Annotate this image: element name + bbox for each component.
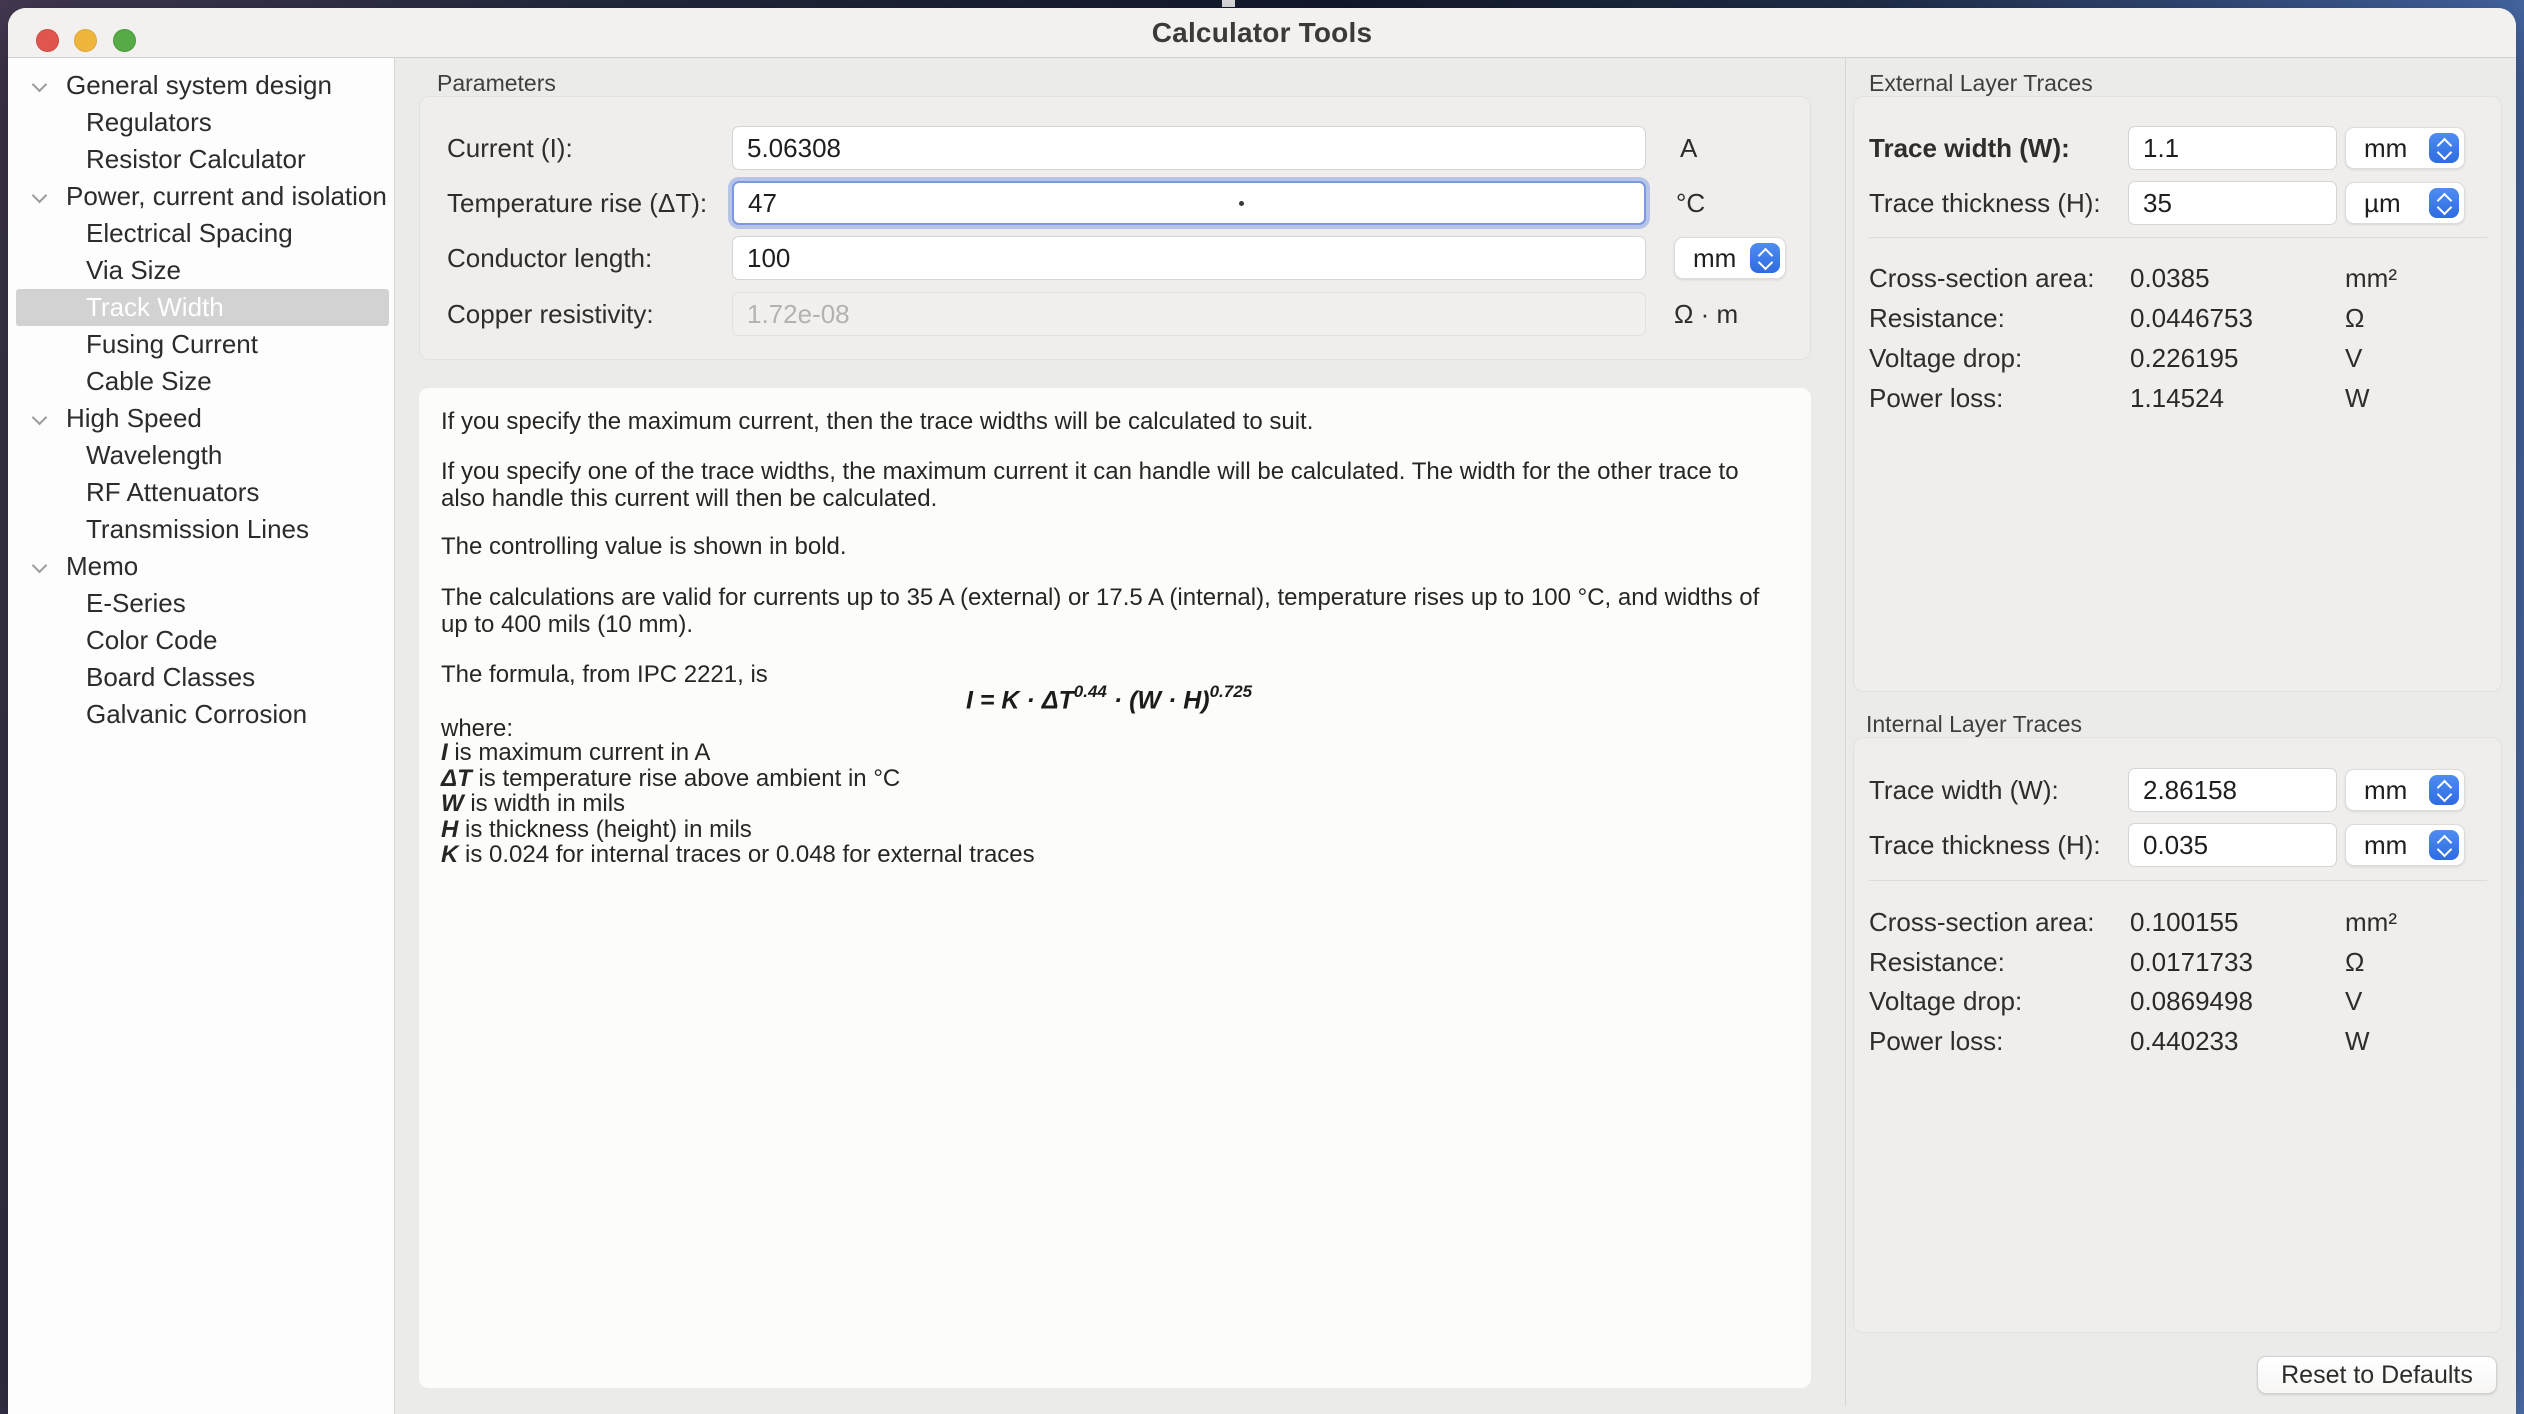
- ext-resistance-value: 0.0446753: [2130, 303, 2253, 334]
- sidebar-item-general-system-design[interactable]: General system design: [8, 67, 394, 104]
- temperature-rise-input[interactable]: [732, 181, 1646, 225]
- sidebar-item-color-code[interactable]: Color Code: [8, 622, 394, 659]
- int-trace-thickness-input[interactable]: [2128, 823, 2337, 867]
- temperature-rise-label: Temperature rise (ΔT):: [447, 188, 707, 219]
- ext-voltage-drop-value: 0.226195: [2130, 343, 2238, 374]
- ext-resistance-unit: Ω: [2345, 303, 2364, 334]
- help-paragraph: The controlling value is shown in bold.: [441, 533, 847, 560]
- minimize-window-icon[interactable]: [74, 29, 97, 52]
- ext-trace-width-unit-select[interactable]: mm: [2345, 127, 2465, 169]
- current-input[interactable]: [732, 126, 1646, 170]
- chevron-down-icon[interactable]: [32, 77, 48, 93]
- conductor-length-input[interactable]: [732, 236, 1646, 280]
- group-divider: [1869, 880, 2487, 881]
- group-divider: [1869, 237, 2487, 238]
- parameters-section-label: Parameters: [437, 70, 556, 97]
- int-power-loss-label: Power loss:: [1869, 1026, 2003, 1057]
- stepper-icon: [1750, 243, 1780, 273]
- int-power-loss-value: 0.440233: [2130, 1026, 2238, 1057]
- help-text-panel: If you specify the maximum current, then…: [419, 388, 1811, 1388]
- sidebar-item-transmission-lines[interactable]: Transmission Lines: [8, 511, 394, 548]
- int-trace-width-unit-select[interactable]: mm: [2345, 769, 2465, 811]
- internal-traces-section-label: Internal Layer Traces: [1866, 711, 2082, 738]
- stepper-icon: [2429, 830, 2459, 860]
- sidebar-item-electrical-spacing[interactable]: Electrical Spacing: [8, 215, 394, 252]
- calculator-tree-sidebar: General system design Regulators Resisto…: [8, 58, 395, 1414]
- close-window-icon[interactable]: [36, 29, 59, 52]
- sidebar-item-galvanic-corrosion[interactable]: Galvanic Corrosion: [8, 696, 394, 733]
- sidebar-item-cable-size[interactable]: Cable Size: [8, 363, 394, 400]
- ipc2221-formula: I = K · ΔT0.44 · (W · H)0.725: [966, 684, 1252, 715]
- copper-resistivity-input: [732, 292, 1646, 336]
- int-trace-thickness-label: Trace thickness (H):: [1869, 830, 2101, 861]
- stepper-icon: [2429, 133, 2459, 163]
- ext-cross-section-unit: mm²: [2345, 263, 2397, 294]
- ext-trace-thickness-input[interactable]: [2128, 181, 2337, 225]
- stepper-icon: [2429, 188, 2459, 218]
- sidebar-item-e-series[interactable]: E-Series: [8, 585, 394, 622]
- help-paragraph: If you specify one of the trace widths, …: [441, 458, 1761, 512]
- ext-trace-width-input[interactable]: [2128, 126, 2337, 170]
- sidebar-item-regulators[interactable]: Regulators: [8, 104, 394, 141]
- help-paragraph: The formula, from IPC 2221, is: [441, 661, 768, 688]
- ext-resistance-label: Resistance:: [1869, 303, 2005, 334]
- chevron-down-icon[interactable]: [32, 558, 48, 574]
- ext-cross-section-value: 0.0385: [2130, 263, 2210, 294]
- int-trace-thickness-unit-select[interactable]: mm: [2345, 824, 2465, 866]
- external-traces-section-label: External Layer Traces: [1869, 70, 2093, 97]
- ext-voltage-drop-unit: V: [2345, 343, 2362, 374]
- sidebar-item-rf-attenuators[interactable]: RF Attenuators: [8, 474, 394, 511]
- sidebar-item-via-size[interactable]: Via Size: [8, 252, 394, 289]
- reset-to-defaults-button[interactable]: Reset to Defaults: [2257, 1356, 2497, 1394]
- stepper-icon: [2429, 775, 2459, 805]
- title-bar: Calculator Tools: [8, 8, 2516, 58]
- copper-resistivity-unit: Ω · m: [1674, 299, 1738, 330]
- temperature-rise-unit: °C: [1676, 188, 1705, 219]
- int-resistance-label: Resistance:: [1869, 947, 2005, 978]
- int-resistance-value: 0.0171733: [2130, 947, 2253, 978]
- chevron-down-icon[interactable]: [32, 188, 48, 204]
- int-cross-section-unit: mm²: [2345, 907, 2397, 938]
- sidebar-item-fusing-current[interactable]: Fusing Current: [8, 326, 394, 363]
- window-title: Calculator Tools: [1152, 17, 1373, 49]
- sidebar-item-high-speed[interactable]: High Speed: [8, 400, 394, 437]
- int-voltage-drop-unit: V: [2345, 986, 2362, 1017]
- sidebar-item-memo[interactable]: Memo: [8, 548, 394, 585]
- chevron-down-icon[interactable]: [32, 410, 48, 426]
- desktop-top-tick: [1222, 0, 1235, 7]
- formula-definitions: I is maximum current in A ΔT is temperat…: [441, 740, 1035, 868]
- int-trace-width-input[interactable]: [2128, 768, 2337, 812]
- text-cursor-dot: [1239, 201, 1244, 206]
- int-trace-width-label: Trace width (W):: [1869, 775, 2059, 806]
- ext-voltage-drop-label: Voltage drop:: [1869, 343, 2022, 374]
- current-label: Current (I):: [447, 133, 573, 164]
- conductor-length-unit-select[interactable]: mm: [1674, 237, 1786, 279]
- help-paragraph: If you specify the maximum current, then…: [441, 408, 1313, 435]
- ext-trace-width-label: Trace width (W):: [1869, 133, 2070, 164]
- copper-resistivity-label: Copper resistivity:: [447, 299, 654, 330]
- zoom-window-icon[interactable]: [113, 29, 136, 52]
- int-power-loss-unit: W: [2345, 1026, 2370, 1057]
- current-unit: A: [1680, 133, 1697, 164]
- ext-power-loss-label: Power loss:: [1869, 383, 2003, 414]
- ext-trace-thickness-unit-select[interactable]: µm: [2345, 182, 2465, 224]
- ext-trace-thickness-label: Trace thickness (H):: [1869, 188, 2101, 219]
- int-cross-section-value: 0.100155: [2130, 907, 2238, 938]
- sidebar-item-track-width[interactable]: Track Width: [16, 289, 389, 326]
- conductor-length-label: Conductor length:: [447, 243, 652, 274]
- ext-cross-section-label: Cross-section area:: [1869, 263, 2094, 294]
- panel-divider: [1845, 58, 1846, 1406]
- ext-power-loss-unit: W: [2345, 383, 2370, 414]
- int-voltage-drop-label: Voltage drop:: [1869, 986, 2022, 1017]
- sidebar-item-resistor-calculator[interactable]: Resistor Calculator: [8, 141, 394, 178]
- int-cross-section-label: Cross-section area:: [1869, 907, 2094, 938]
- help-paragraph: The calculations are valid for currents …: [441, 584, 1781, 638]
- sidebar-item-wavelength[interactable]: Wavelength: [8, 437, 394, 474]
- int-resistance-unit: Ω: [2345, 947, 2364, 978]
- sidebar-item-power-current-isolation[interactable]: Power, current and isolation: [8, 178, 394, 215]
- sidebar-item-board-classes[interactable]: Board Classes: [8, 659, 394, 696]
- ext-power-loss-value: 1.14524: [2130, 383, 2224, 414]
- int-voltage-drop-value: 0.0869498: [2130, 986, 2253, 1017]
- where-label: where:: [441, 715, 513, 742]
